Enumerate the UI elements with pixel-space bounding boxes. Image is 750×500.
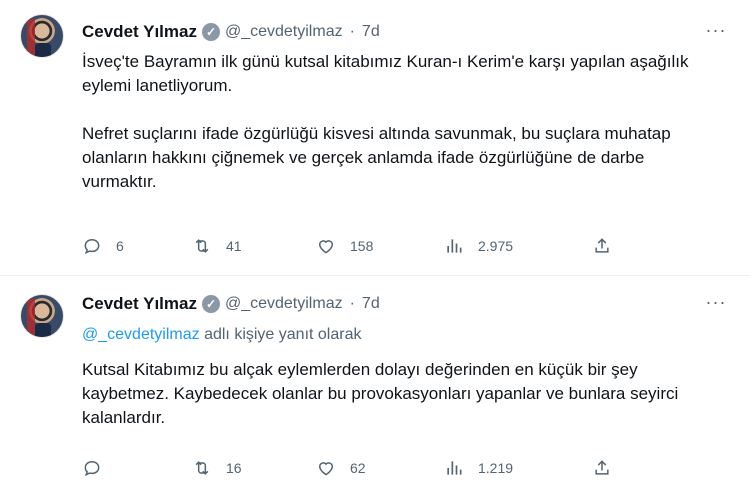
tweet-text: Kutsal Kitabımız bu alçak eylemlerden do… [82, 358, 722, 430]
tweet-actions: 6 41 158 2.975 [82, 236, 642, 260]
reply-button[interactable]: 6 [82, 236, 124, 256]
like-button[interactable]: 62 [316, 458, 366, 478]
retweet-icon [195, 239, 209, 253]
retweet-icon [195, 461, 209, 475]
tweet-paragraph: İsveç'te Bayramın ilk günü kutsal kitabı… [82, 52, 689, 95]
avatar[interactable] [20, 14, 64, 58]
tweet-actions: 16 62 1.219 [82, 458, 642, 482]
more-options-icon[interactable]: ··· [704, 21, 728, 42]
tweet-text: İsveç'te Bayramın ilk günü kutsal kitabı… [82, 50, 722, 194]
verified-badge-icon: ✓ [201, 295, 220, 313]
like-button[interactable]: 158 [316, 236, 373, 256]
reply-button[interactable] [82, 458, 116, 478]
views-button[interactable]: 2.975 [444, 236, 513, 256]
reply-to-handle-link[interactable]: @_cevdetyilmaz [82, 326, 200, 343]
replying-to: @_cevdetyilmaz adlı kişiye yanıt olarak [82, 326, 361, 344]
retweet-button[interactable]: 41 [192, 236, 242, 256]
heart-icon [318, 462, 334, 476]
analytics-icon [447, 461, 462, 475]
like-count: 158 [350, 238, 374, 254]
author-name[interactable]: Cevdet Yılmaz [82, 294, 197, 314]
share-icon [595, 460, 609, 475]
views-count: 1.219 [478, 460, 514, 476]
verified-badge-icon: ✓ [201, 23, 220, 41]
avatar[interactable] [20, 294, 64, 338]
author-handle[interactable]: @_cevdetyilmaz [225, 295, 343, 313]
views-button[interactable]: 1.219 [444, 458, 513, 478]
retweet-count: 41 [226, 238, 242, 254]
share-button[interactable] [592, 236, 612, 256]
tweet[interactable]: Cevdet Yılmaz ✓ @_cevdetyilmaz · 7d ··· … [0, 0, 750, 276]
author-name[interactable]: Cevdet Yılmaz [82, 22, 197, 42]
views-count: 2.975 [478, 238, 514, 254]
heart-icon [318, 240, 334, 254]
reply-to-text: adlı kişiye yanıt olarak [204, 326, 362, 343]
timestamp[interactable]: 7d [362, 295, 380, 313]
tweet-header: Cevdet Yılmaz ✓ @_cevdetyilmaz · 7d [82, 294, 380, 314]
author-handle[interactable]: @_cevdetyilmaz [225, 23, 343, 41]
analytics-icon [447, 239, 462, 253]
reply-icon [84, 238, 100, 255]
retweet-button[interactable]: 16 [192, 458, 242, 478]
retweet-count: 16 [226, 460, 242, 476]
tweet-paragraph: Nefret suçlarını ifade özgürlüğü kisvesi… [82, 124, 671, 191]
reply-icon [84, 460, 100, 477]
share-icon [595, 238, 609, 253]
timestamp[interactable]: 7d [362, 23, 380, 41]
tweet-paragraph: Kutsal Kitabımız bu alçak eylemlerden do… [82, 360, 679, 427]
separator-dot: · [349, 295, 355, 312]
separator-dot: · [349, 23, 355, 40]
like-count: 62 [350, 460, 366, 476]
more-options-icon[interactable]: ··· [704, 293, 728, 314]
tweet[interactable]: Cevdet Yılmaz ✓ @_cevdetyilmaz · 7d ··· … [0, 276, 750, 500]
share-button[interactable] [592, 458, 612, 478]
tweet-header: Cevdet Yılmaz ✓ @_cevdetyilmaz · 7d [82, 22, 380, 42]
reply-count: 6 [116, 238, 124, 254]
